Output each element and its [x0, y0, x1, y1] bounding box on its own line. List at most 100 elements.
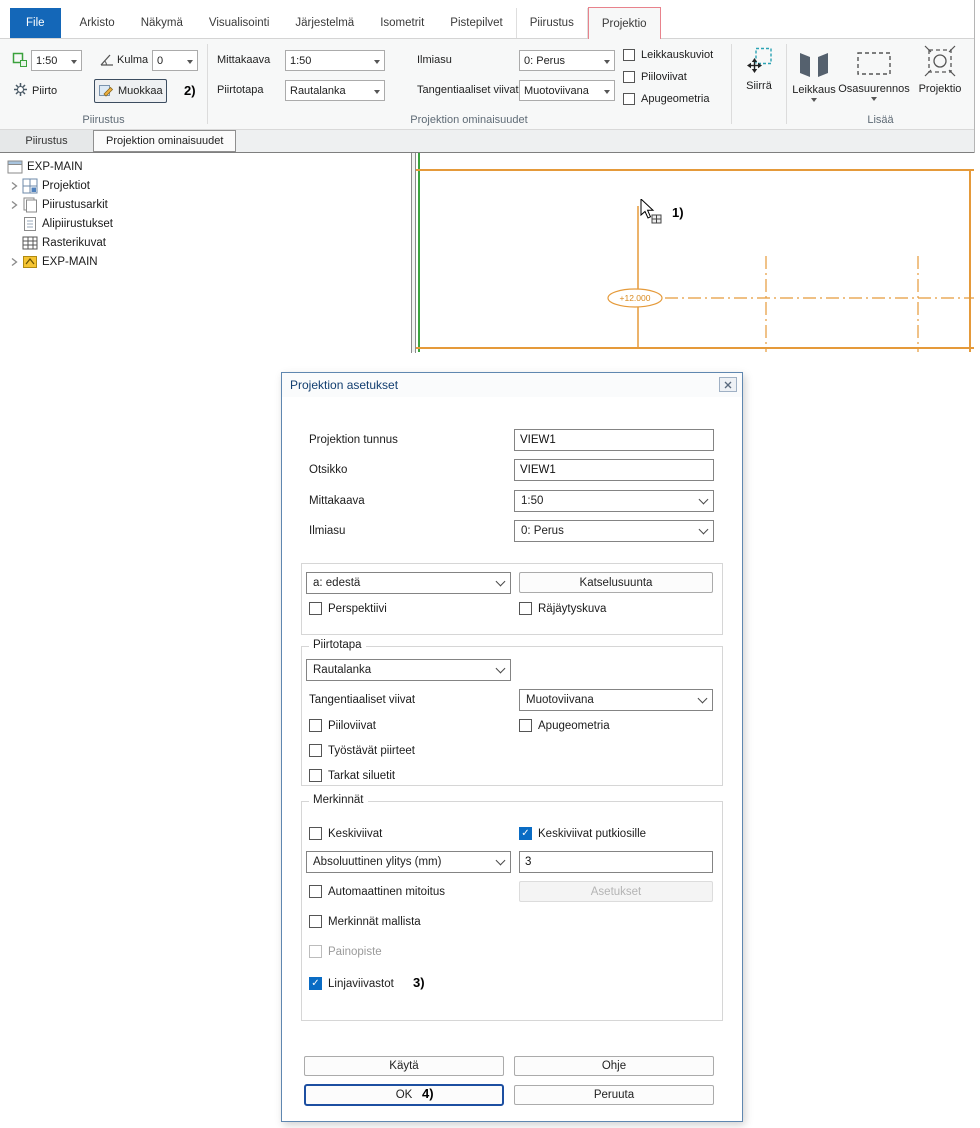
checkbox-label: Piiloviivat — [328, 720, 376, 732]
projection-view-icon — [924, 45, 956, 80]
tyostavat-piirteet-checkbox[interactable]: Työstävät piirteet — [309, 744, 415, 757]
chevron-right-icon[interactable] — [6, 257, 22, 267]
kayta-button[interactable]: Käytä — [304, 1056, 504, 1076]
piirtotapa-combo[interactable]: Rautalanka — [285, 80, 385, 101]
section-cut-icon — [797, 48, 831, 81]
menu-tab-visualisointi[interactable]: Visualisointi — [196, 8, 283, 38]
checkbox-box — [309, 945, 322, 958]
muokkaa-button[interactable]: Muokkaa — [94, 79, 167, 103]
merkinnat-group-caption: Merkinnät — [309, 794, 368, 806]
checkbox-box — [309, 827, 322, 840]
siirra-label: Siirrä — [746, 80, 772, 92]
piirtotapa-select[interactable]: Rautalanka — [306, 659, 511, 681]
ilmiasu-label: Ilmiasu — [309, 520, 345, 542]
ok-button[interactable]: OK — [304, 1084, 504, 1106]
checkbox-box — [623, 49, 635, 61]
menu-tab-pistepilvet[interactable]: Pistepilvet — [437, 8, 515, 38]
tangentiaaliset-select[interactable]: Muotoviivana — [519, 689, 713, 711]
katselusuunta-select[interactable]: a: edestä — [306, 572, 511, 594]
menu-tab-jarjestelma[interactable]: Järjestelmä — [282, 8, 367, 38]
tree-item-label: Piirustusarkit — [40, 199, 108, 211]
ohje-button[interactable]: Ohje — [514, 1056, 714, 1076]
annotation-2: 2) — [184, 83, 196, 98]
keskiviivat-checkbox[interactable]: Keskiviivat — [309, 827, 382, 840]
menu-tab-isometrit[interactable]: Isometrit — [367, 8, 437, 38]
tarkat-siluetit-checkbox[interactable]: Tarkat siluetit — [309, 769, 395, 782]
project-tree-panel: EXP-MAIN Projektiot Piirustusarkit — [0, 153, 412, 353]
tangentiaaliset-value: Muotoviivana — [524, 85, 601, 97]
edit-icon — [98, 82, 114, 101]
chevron-down-icon — [699, 525, 709, 535]
tangentiaaliset-label: Tangentiaaliset viivat — [417, 80, 519, 101]
ilmiasu-select[interactable]: 0: Perus — [514, 520, 714, 542]
katselusuunta-button[interactable]: Katselusuunta — [519, 572, 713, 593]
rajaytyskuva-checkbox[interactable]: Räjäytyskuva — [519, 602, 606, 615]
close-button[interactable] — [719, 377, 737, 392]
group-separator — [731, 44, 732, 124]
tab-projektion-ominaisuudet[interactable]: Projektion ominaisuudet — [93, 130, 236, 152]
tree-item-exp-main-model[interactable]: EXP-MAIN — [0, 252, 411, 271]
menu-tab-file[interactable]: File — [10, 8, 61, 38]
apugeometria-checkbox[interactable]: Apugeometria — [519, 719, 610, 732]
checkbox-box — [309, 977, 322, 990]
merkinnat-mallista-checkbox[interactable]: Merkinnät mallista — [309, 915, 421, 928]
checkbox-box — [519, 719, 532, 732]
ylitys-mm-input[interactable] — [519, 851, 713, 873]
projektio-button[interactable]: Projektio — [912, 41, 968, 115]
dropdown-arrow-icon — [374, 90, 380, 97]
dropdown-arrow-icon — [604, 90, 610, 97]
kulma-combo[interactable]: 0 — [152, 50, 198, 71]
piirtotapa-label: Piirtotapa — [217, 80, 263, 101]
tree-item-projektiot[interactable]: Projektiot — [0, 176, 411, 195]
checkbox-label: Tarkat siluetit — [328, 770, 395, 782]
annotation-3: 3) — [413, 975, 425, 990]
tab-piirustus[interactable]: Piirustus — [0, 130, 93, 152]
menu-tab-projektio-active[interactable]: Projektio — [588, 7, 661, 39]
tree-item-alipiirustukset[interactable]: Alipiirustukset — [0, 214, 411, 233]
leikkaus-button[interactable]: Leikkaus — [790, 41, 838, 115]
piirto-button[interactable]: Piirto — [10, 80, 60, 102]
model-icon — [22, 254, 40, 270]
menu-tab-piirustus[interactable]: Piirustus — [516, 8, 588, 38]
perspektiivi-checkbox[interactable]: Perspektiivi — [309, 602, 387, 615]
ylitys-select[interactable]: Absoluuttinen ylitys (mm) — [306, 851, 511, 873]
painopiste-checkbox: Painopiste — [309, 945, 382, 958]
piiloviivat-checkbox[interactable]: Piiloviivat — [623, 71, 687, 83]
tree-item-piirustusarkit[interactable]: Piirustusarkit — [0, 195, 411, 214]
menu-tab-nakyma[interactable]: Näkymä — [128, 8, 196, 38]
mittakaava-label: Mittakaava — [309, 490, 365, 512]
mittakaava-label: Mittakaava — [217, 50, 270, 71]
group-separator — [786, 44, 787, 124]
dialog-titlebar[interactable]: Projektion asetukset — [282, 373, 742, 397]
projektion-tunnus-input[interactable] — [514, 429, 714, 451]
linjaviivastot-checkbox[interactable]: Linjaviivastot — [309, 977, 394, 990]
dropdown-arrow-icon — [871, 97, 877, 104]
mittakaava-select[interactable]: 1:50 — [514, 490, 714, 512]
drawing-canvas[interactable]: +12.000 1) — [415, 153, 975, 353]
leikkaus-label: Leikkaus — [792, 84, 835, 96]
keskiviivat-putkiosille-checkbox[interactable]: Keskiviivat putkiosille — [519, 827, 646, 840]
piiloviivat-checkbox[interactable]: Piiloviivat — [309, 719, 376, 732]
mittakaava-combo[interactable]: 1:50 — [285, 50, 385, 71]
peruuta-button[interactable]: Peruuta — [514, 1085, 714, 1105]
otsikko-input[interactable] — [514, 459, 714, 481]
detail-view-icon — [856, 51, 892, 80]
automaattinen-mitoitus-checkbox[interactable]: Automaattinen mitoitus — [309, 885, 445, 898]
leikkauskuviot-checkbox[interactable]: Leikkauskuviot — [623, 49, 713, 61]
osasuurennos-button[interactable]: Osasuurennos — [840, 41, 908, 115]
piirtotapa-value: Rautalanka — [290, 85, 371, 97]
chevron-right-icon[interactable] — [6, 181, 22, 191]
checkbox-label: Perspektiivi — [328, 603, 387, 615]
tangentiaaliset-combo[interactable]: Muotoviivana — [519, 80, 615, 101]
apugeometria-checkbox[interactable]: Apugeometria — [623, 93, 710, 105]
tree-item-label: Rasterikuvat — [40, 237, 106, 249]
tree-item-rasterikuvat[interactable]: Rasterikuvat — [0, 233, 411, 252]
annotation-1: 1) — [672, 205, 684, 220]
tree-root-exp-main[interactable]: EXP-MAIN — [0, 157, 411, 176]
menu-tab-arkisto[interactable]: Arkisto — [67, 8, 128, 38]
siirra-button[interactable]: Siirrä — [735, 41, 783, 115]
chevron-down-icon — [496, 577, 506, 587]
drawing-scale-combo[interactable]: 1:50 — [31, 50, 82, 71]
chevron-right-icon[interactable] — [6, 200, 22, 210]
ilmiasu-combo[interactable]: 0: Perus — [519, 50, 615, 71]
